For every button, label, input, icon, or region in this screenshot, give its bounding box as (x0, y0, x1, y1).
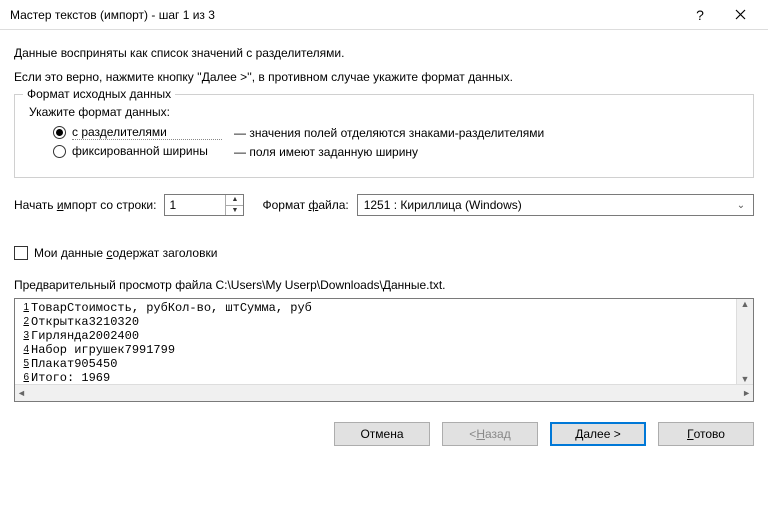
cancel-button[interactable]: Отмена (334, 422, 430, 446)
preview-line: 4Набор игрушек7991799 (17, 343, 736, 357)
headers-checkbox-label: Мои данные содержат заголовки (34, 246, 217, 260)
radio-delimited-indicator (53, 126, 66, 139)
help-button[interactable]: ? (680, 1, 720, 29)
scroll-right-icon: ► (742, 388, 751, 398)
close-icon (735, 9, 746, 20)
preview-line: 5Плакат905450 (17, 357, 736, 371)
headers-checkbox-row[interactable]: Мои данные содержат заголовки (14, 246, 754, 260)
file-format-value: 1251 : Кириллица (Windows) (364, 198, 522, 212)
preview-lines: 1ТоварСтоимость, рубКол-во, штСумма, руб… (15, 299, 736, 384)
preview-line: 2Открытка3210320 (17, 315, 736, 329)
radio-fixed[interactable]: фиксированной ширины — поля имеют заданн… (53, 144, 741, 159)
preview-box: 1ТоварСтоимость, рубКол-во, штСумма, руб… (14, 298, 754, 402)
headers-checkbox[interactable] (14, 246, 28, 260)
window-title: Мастер текстов (импорт) - шаг 1 из 3 (10, 8, 680, 22)
radio-delimited[interactable]: с разделителями — значения полей отделяю… (53, 125, 741, 140)
spinner-arrows: ▲ ▼ (225, 195, 243, 215)
radio-delimited-desc: — значения полей отделяются знаками-разд… (234, 126, 544, 140)
vertical-scrollbar[interactable]: ▲ ▼ (736, 299, 753, 384)
dialog-buttons: Отмена < Назад Далее > Готово (0, 410, 768, 456)
radio-delimited-label: с разделителями (72, 125, 222, 140)
intro-line-2: Если это верно, нажмите кнопку ''Далее >… (14, 70, 754, 84)
file-format-select[interactable]: 1251 : Кириллица (Windows) ⌄ (357, 194, 754, 216)
next-button[interactable]: Далее > (550, 422, 646, 446)
horizontal-scrollbar[interactable]: ◄ ► (15, 384, 753, 401)
preview-line: 6Итого: 1969 (17, 371, 736, 384)
import-options-row: Начать импорт со строки: ▲ ▼ Формат файл… (14, 194, 754, 216)
start-row-label: Начать импорт со строки: (14, 198, 156, 212)
preview-line: 1ТоварСтоимость, рубКол-во, штСумма, руб (17, 301, 736, 315)
format-subhead: Укажите формат данных: (29, 105, 741, 119)
scroll-up-icon: ▲ (741, 299, 750, 309)
preview-line: 3Гирлянда2002400 (17, 329, 736, 343)
chevron-down-icon: ⌄ (733, 200, 749, 211)
radio-fixed-label: фиксированной ширины (72, 144, 222, 159)
scroll-left-icon: ◄ (17, 388, 26, 398)
spinner-up[interactable]: ▲ (226, 195, 243, 206)
preview-label: Предварительный просмотр файла C:\Users\… (14, 278, 754, 292)
intro-line-1: Данные восприняты как список значений с … (14, 46, 754, 60)
source-format-group: Формат исходных данных Укажите формат да… (14, 94, 754, 178)
back-button: < Назад (442, 422, 538, 446)
start-row-input[interactable] (165, 195, 225, 215)
close-button[interactable] (720, 1, 760, 29)
radio-fixed-desc: — поля имеют заданную ширину (234, 145, 418, 159)
dialog-content: Данные восприняты как список значений с … (0, 30, 768, 410)
radio-fixed-indicator (53, 145, 66, 158)
file-format-label: Формат файла: (262, 198, 348, 212)
start-row-spinner[interactable]: ▲ ▼ (164, 194, 244, 216)
finish-button[interactable]: Готово (658, 422, 754, 446)
titlebar: Мастер текстов (импорт) - шаг 1 из 3 ? (0, 0, 768, 30)
source-format-legend: Формат исходных данных (23, 87, 175, 101)
spinner-down[interactable]: ▼ (226, 206, 243, 216)
scroll-down-icon: ▼ (741, 374, 750, 384)
